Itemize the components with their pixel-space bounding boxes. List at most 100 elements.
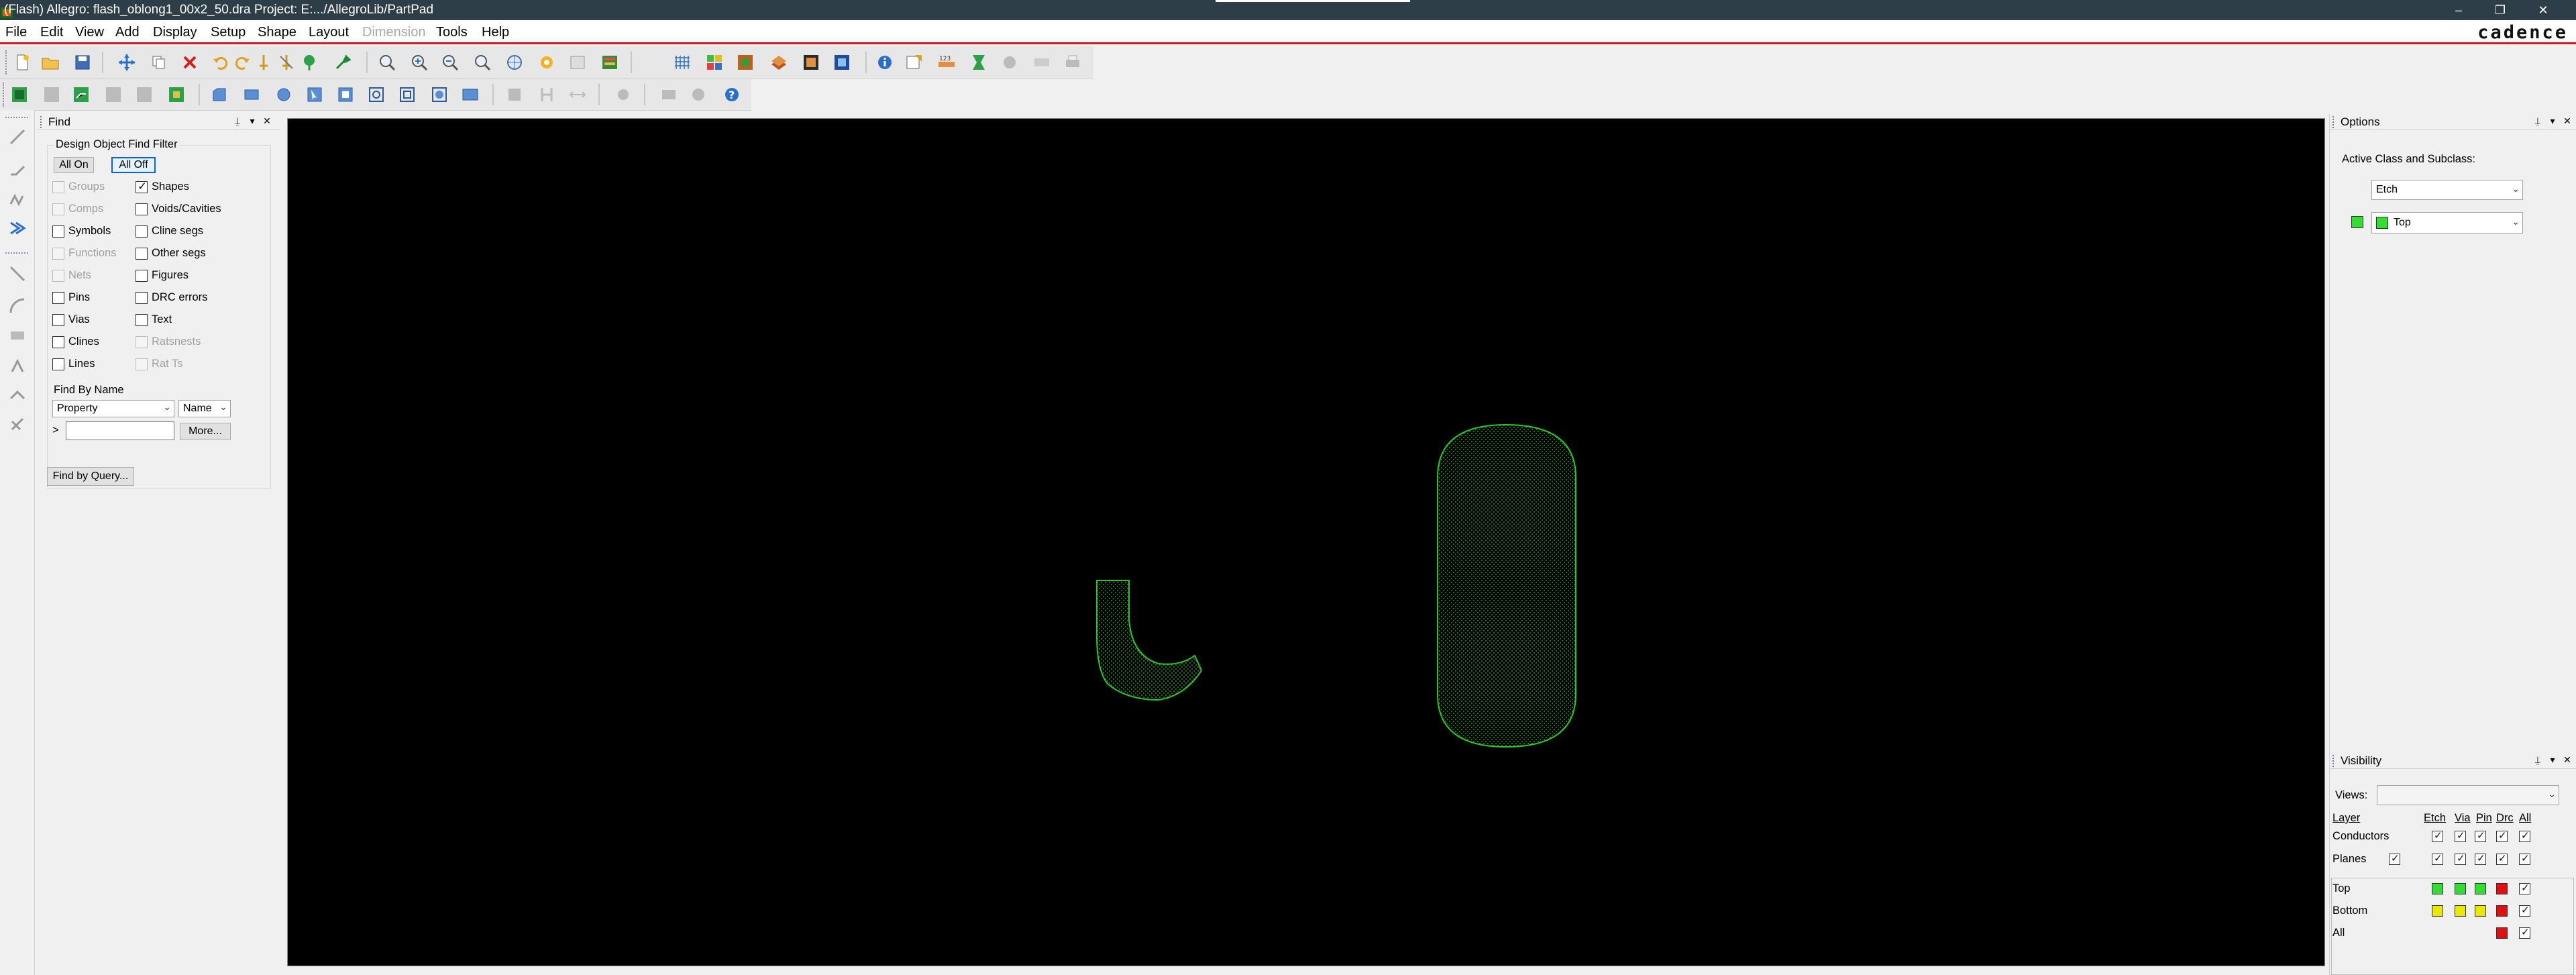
visibility-checkbox-all[interactable]: ✓ [2519,830,2530,842]
visibility-checkbox-via[interactable]: ✓ [2455,853,2466,865]
design-canvas[interactable] [287,118,2325,966]
class-select[interactable]: Etch ⌄ [2371,180,2523,200]
menu-view[interactable]: View [75,25,104,40]
layer-color-icon[interactable] [704,52,724,72]
restore-button[interactable]: ❐ [2483,0,2517,20]
panel-pin-icon[interactable]: ⍊ [2532,754,2543,766]
merge-shapes-icon[interactable] [397,85,417,105]
custom-smooth-icon[interactable] [7,217,28,239]
spread-icon[interactable] [568,85,588,105]
zoom-out-icon[interactable] [440,52,460,72]
toolbar-grip[interactable] [5,117,28,121]
shadow-icon[interactable] [769,52,789,72]
via-icon[interactable] [613,85,633,105]
report-icon[interactable] [969,52,989,72]
menu-shape[interactable]: Shape [258,25,297,40]
oblong-pad-shape[interactable] [1437,423,1576,748]
info-icon[interactable] [875,52,895,72]
shape-fill-icon[interactable] [801,52,821,72]
filter-checkbox-vias[interactable] [52,314,64,326]
panel-menu-icon[interactable]: ▾ [247,115,258,127]
layer-swap-icon[interactable] [504,85,525,105]
toolbar-grip[interactable] [5,50,9,74]
menu-help[interactable]: Help [482,25,509,40]
panel-grip[interactable] [2332,116,2335,128]
visibility-checkbox-etch[interactable]: ✓ [2432,830,2443,842]
delete-icon[interactable] [180,52,200,72]
name-select[interactable]: Name ⌄ [178,400,231,417]
visibility-checkbox-via[interactable]: ✓ [2455,830,2466,842]
subclass-select[interactable]: Top ⌄ [2371,212,2523,234]
menu-add[interactable]: Add [115,25,140,40]
menu-file[interactable]: File [5,25,27,40]
grid-icon[interactable] [672,52,692,72]
menu-setup[interactable]: Setup [211,25,246,40]
filter-checkbox-clines[interactable] [52,336,64,348]
add-connect-icon[interactable] [7,126,28,148]
place-mode-icon[interactable] [42,85,62,105]
zoom-fit-icon[interactable] [377,52,397,72]
menu-edit[interactable]: Edit [40,25,63,40]
filter-checkbox-drc-errors[interactable] [136,292,148,304]
move-icon[interactable] [117,52,137,72]
visibility-checkbox-etch[interactable]: ✓ [2432,853,2443,865]
zoom-world-icon[interactable] [504,52,525,72]
close-window-button[interactable]: ✕ [2526,0,2560,20]
open-folder-icon[interactable] [40,52,60,72]
more-button[interactable]: More... [180,423,231,440]
unpin-icon[interactable] [276,52,297,72]
visibility-checkbox-drc[interactable]: ✓ [2496,853,2508,865]
shape-icon[interactable] [209,85,229,105]
zoom-previous-icon[interactable] [472,52,492,72]
panel-menu-icon[interactable]: ▾ [2547,115,2558,127]
tack-icon[interactable] [299,52,319,72]
save-icon[interactable] [72,52,93,72]
find-by-query-button[interactable]: Find by Query... [47,467,134,486]
assign-net-icon[interactable] [429,85,449,105]
find-name-input[interactable] [66,421,174,440]
menu-layout[interactable]: Layout [309,25,349,40]
visibility-checkbox-drc[interactable]: ✓ [2496,830,2508,842]
refresh-icon[interactable] [537,52,557,72]
flash-partial-shape[interactable] [1096,580,1203,701]
constraint-icon[interactable] [659,85,679,105]
add-text-icon[interactable] [7,356,28,377]
panel-grip[interactable] [40,116,43,128]
planes-master-checkbox[interactable]: ✓ [2389,853,2400,865]
panel-close-icon[interactable]: ✕ [2562,754,2573,766]
slide-route-icon[interactable] [7,157,28,178]
rect-shape-icon[interactable] [241,85,262,105]
redraw-icon[interactable] [568,52,588,72]
edit-text-icon[interactable] [7,413,28,435]
filter-checkbox-text[interactable] [136,314,148,326]
minimize-button[interactable]: – [2442,0,2475,20]
db-doctor-icon[interactable] [1000,52,1020,72]
fanout-icon[interactable] [103,85,123,105]
menu-display[interactable]: Display [153,25,197,40]
filter-checkbox-pins[interactable] [52,292,64,304]
print-icon[interactable] [1063,52,1083,72]
panel-close-icon[interactable]: ✕ [262,115,272,127]
horizontal-scrollbar[interactable] [287,966,2325,975]
route-mode-icon[interactable] [71,85,91,105]
fix-icon[interactable] [333,52,353,72]
add-frect-icon[interactable] [7,385,28,407]
select-shape-icon[interactable] [305,85,325,105]
views-select[interactable]: ⌄ [2377,785,2559,805]
toolbar-grip[interactable] [3,83,7,107]
panel-grip[interactable] [2332,755,2335,767]
copy-icon[interactable] [149,52,169,72]
visibility-checkbox-all[interactable]: ✓ [2519,853,2530,865]
filter-checkbox-other-segs[interactable] [136,248,148,260]
3d-view-icon[interactable] [600,52,620,72]
visibility-checkbox-pin[interactable]: ✓ [2475,830,2486,842]
gloss-icon[interactable] [166,85,186,105]
panel-menu-icon[interactable]: ▾ [2547,754,2558,766]
menu-tools[interactable]: Tools [436,25,468,40]
etch-mode-icon[interactable] [9,85,30,105]
plot-icon[interactable] [1032,52,1052,72]
filter-checkbox-voids-cavities[interactable] [136,203,148,215]
undo-icon[interactable] [211,52,231,72]
active-subclass-swatch[interactable] [2351,216,2363,228]
new-file-icon[interactable] [12,52,32,72]
